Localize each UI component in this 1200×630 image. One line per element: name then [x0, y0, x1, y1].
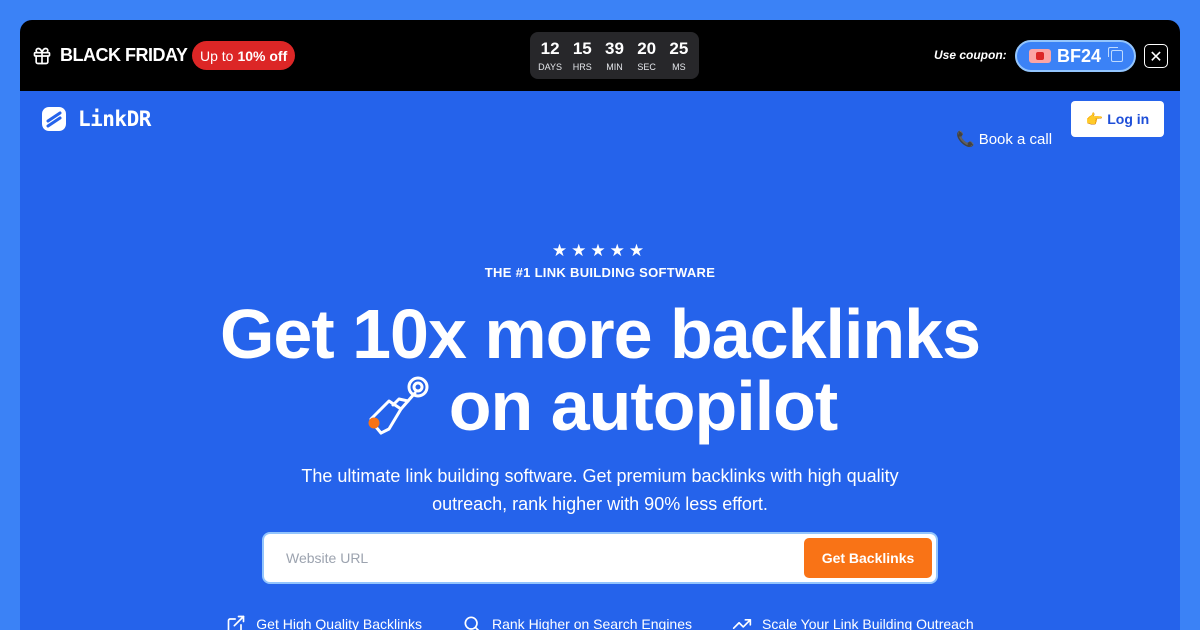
countdown-minutes: 39 MIN — [598, 32, 630, 79]
feature-label: Rank Higher on Search Engines — [492, 616, 693, 630]
pointing-hand-icon: 👉 — [1085, 110, 1104, 127]
countdown-label: MS — [672, 61, 686, 72]
countdown-days: 12 DAYS — [534, 32, 566, 79]
hero-subtitle: The ultimate link building software. Get… — [301, 466, 899, 514]
feature-item: Get High Quality Backlinks — [226, 614, 422, 630]
book-call-label: Book a call — [978, 130, 1053, 148]
headline-line-2-row: on autopilot — [20, 370, 1180, 442]
hero-headline: Get 10x more backlinks on autopilot — [20, 298, 1180, 442]
coupon-code: BF24 — [1057, 45, 1102, 66]
get-backlinks-button[interactable]: Get Backlinks — [804, 538, 932, 578]
external-link-icon — [227, 615, 245, 630]
promo-title: BLACK FRIDAY — [60, 45, 188, 65]
discount-badge: Up to 10% off — [192, 41, 296, 70]
page-frame: BLACK FRIDAY Up to 10% off 12 DAYS 15 HR… — [20, 20, 1180, 630]
phone-icon: 📞 — [956, 131, 975, 148]
countdown-number: 25 — [669, 38, 689, 58]
login-label: Log in — [1107, 111, 1150, 127]
coupon-label: Use coupon: — [934, 48, 1007, 62]
discount-value: 10% off — [237, 47, 288, 64]
ticket-icon — [1029, 49, 1051, 63]
feature-item: Scale Your Link Building Outreach — [732, 614, 974, 630]
countdown-hours: 15 HRS — [566, 32, 598, 79]
website-url-input[interactable] — [286, 550, 804, 566]
feature-list: Get High Quality Backlinks Rank Higher o… — [20, 614, 1180, 630]
coupon-copy-button[interactable]: BF24 — [1015, 40, 1136, 72]
countdown-label: DAYS — [538, 61, 563, 72]
trending-up-icon — [732, 619, 752, 629]
tapping-hand-icon — [368, 376, 429, 435]
countdown-seconds: 20 SEC — [631, 32, 663, 79]
countdown-number: 15 — [572, 38, 592, 58]
feature-label: Get High Quality Backlinks — [256, 616, 422, 630]
countdown-timer: 12 DAYS 15 HRS 39 MIN 20 SEC 25 MS — [530, 32, 699, 79]
url-form: Get Backlinks — [264, 534, 936, 582]
countdown-label: SEC — [637, 61, 656, 72]
close-promo-button[interactable]: ✕ — [1144, 44, 1168, 68]
countdown-label: HRS — [572, 61, 592, 72]
book-call-link[interactable]: 📞 Book a call — [956, 130, 1053, 149]
promo-bar: BLACK FRIDAY Up to 10% off 12 DAYS 15 HR… — [20, 20, 1180, 91]
hero-eyebrow: THE #1 LINK BUILDING SOFTWARE — [484, 265, 716, 280]
headline-line-2: on autopilot — [448, 367, 838, 445]
countdown-number: 20 — [637, 38, 657, 58]
logo-mark-icon — [42, 107, 66, 131]
copy-icon — [1108, 47, 1124, 62]
countdown-number: 12 — [540, 38, 560, 58]
feature-item: Rank Higher on Search Engines — [462, 614, 692, 630]
search-icon — [464, 616, 480, 630]
login-button[interactable]: 👉 Log in — [1071, 101, 1164, 137]
rating-stars: ★★★★★ — [551, 241, 649, 261]
countdown-milliseconds: 25 MS — [663, 32, 695, 79]
gift-icon — [33, 47, 51, 65]
countdown-label: MIN — [606, 61, 623, 72]
headline-line-1: Get 10x more backlinks — [219, 295, 981, 373]
feature-label: Scale Your Link Building Outreach — [762, 616, 974, 630]
logo[interactable]: LinkDR — [40, 105, 151, 133]
countdown-number: 39 — [605, 38, 624, 58]
discount-prefix: Up to — [200, 47, 234, 64]
logo-text: LinkDR — [78, 107, 151, 131]
